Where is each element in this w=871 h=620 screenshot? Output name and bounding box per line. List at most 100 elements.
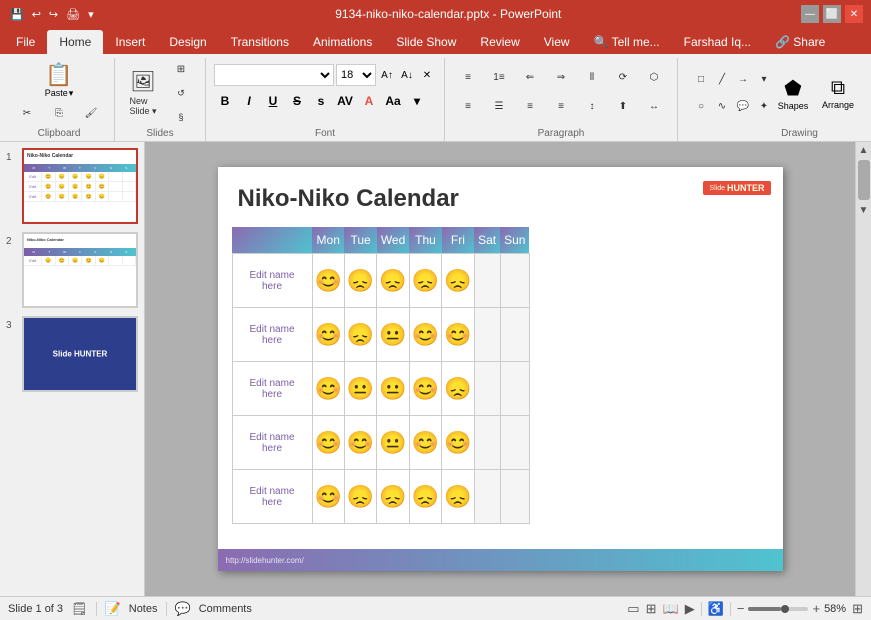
cell-5-7[interactable]	[500, 470, 529, 524]
font-more-button[interactable]: ▾	[406, 90, 428, 112]
tab-slideshow[interactable]: Slide Show	[384, 30, 468, 54]
arrange-button[interactable]: ⧉ Arrange	[817, 77, 859, 110]
cell-4-7[interactable]	[500, 416, 529, 470]
cell-2-4[interactable]: 😊	[409, 308, 441, 362]
name-cell-3[interactable]: Edit name here	[232, 362, 312, 416]
align-right-button[interactable]: ≡	[515, 93, 545, 119]
cell-3-6[interactable]	[474, 362, 500, 416]
bullet-list-button[interactable]: ≡	[453, 64, 483, 90]
notes-button[interactable]: 📝	[105, 601, 121, 617]
fit-slide-icon[interactable]: ⊞	[852, 601, 863, 617]
name-cell-1[interactable]: Edit name here	[232, 254, 312, 308]
cell-1-1[interactable]: 😊	[312, 254, 344, 308]
tab-share[interactable]: 🔗 Share	[763, 30, 837, 54]
cell-2-2[interactable]: 😞	[344, 308, 376, 362]
shadow-button[interactable]: s	[310, 90, 332, 112]
tab-insert[interactable]: Insert	[103, 30, 157, 54]
zoom-thumb[interactable]	[781, 605, 789, 613]
cell-4-1[interactable]: 😊	[312, 416, 344, 470]
cell-3-3[interactable]: 😐	[377, 362, 409, 416]
font-case-button[interactable]: Aa	[382, 90, 404, 112]
tab-home[interactable]: Home	[47, 30, 103, 54]
cell-5-3[interactable]: 😞	[377, 470, 409, 524]
decrease-indent-button[interactable]: ⇐	[515, 64, 545, 90]
format-painter-button[interactable]: 🖌	[76, 100, 106, 126]
cut-button[interactable]: ✂	[12, 100, 42, 126]
cell-4-6[interactable]	[474, 416, 500, 470]
align-left-button[interactable]: ≡	[453, 93, 483, 119]
cell-3-4[interactable]: 😊	[409, 362, 441, 416]
columns-button[interactable]: ⫴	[577, 64, 607, 90]
paste-button[interactable]: 📋 Paste ▾	[39, 60, 79, 100]
cell-2-3[interactable]: 😐	[377, 308, 409, 362]
align-center-button[interactable]: ☰	[484, 93, 514, 119]
tab-user[interactable]: Farshad Iq...	[672, 30, 763, 54]
slide-thumb-2[interactable]: 2 Niko-Niko Calendar MTWTFSS Edit 😞😊😞😊😞	[4, 230, 140, 310]
layout-button[interactable]: ⊞	[165, 58, 197, 80]
cell-1-6[interactable]	[474, 254, 500, 308]
cell-3-1[interactable]: 😊	[312, 362, 344, 416]
redo-icon[interactable]: ↪	[47, 6, 60, 23]
reset-button[interactable]: ↺	[165, 82, 197, 104]
tab-view[interactable]: View	[532, 30, 582, 54]
comments-icon[interactable]: 💬	[175, 601, 191, 617]
tab-design[interactable]: Design	[157, 30, 218, 54]
cell-1-4[interactable]: 😞	[409, 254, 441, 308]
cell-1-5[interactable]: 😞	[442, 254, 474, 308]
text-direction-button[interactable]: ⟳	[608, 64, 638, 90]
slide-canvas[interactable]: Niko-Niko Calendar Slide HUNTER Mon Tue …	[218, 167, 783, 571]
convert-smartart-button[interactable]: ⬡	[639, 64, 669, 90]
zoom-slider[interactable]	[748, 607, 808, 611]
font-name-select[interactable]	[214, 64, 334, 86]
cell-5-1[interactable]: 😊	[312, 470, 344, 524]
cell-5-5[interactable]: 😞	[442, 470, 474, 524]
cell-4-4[interactable]: 😊	[409, 416, 441, 470]
cell-3-2[interactable]: 😐	[344, 362, 376, 416]
tab-file[interactable]: File	[4, 30, 47, 54]
name-cell-4[interactable]: Edit name here	[232, 416, 312, 470]
tab-tellme[interactable]: 🔍 Tell me...	[582, 30, 672, 54]
comments-label[interactable]: Comments	[199, 603, 252, 615]
tab-review[interactable]: Review	[468, 30, 531, 54]
cell-1-2[interactable]: 😞	[344, 254, 376, 308]
cell-2-6[interactable]	[474, 308, 500, 362]
zoom-in-icon[interactable]: +	[812, 601, 820, 616]
slide-thumb-1[interactable]: 1 Niko-Niko Calendar M T W T F S S	[4, 146, 140, 226]
copy-button[interactable]: ⎘	[44, 100, 74, 126]
font-size-select[interactable]: 18	[336, 64, 376, 86]
slideshow-icon[interactable]: ▶	[685, 601, 695, 617]
numbered-list-button[interactable]: 1≡	[484, 64, 514, 90]
char-spacing-button[interactable]: AV	[334, 90, 356, 112]
print-icon[interactable]: 🖨	[64, 6, 82, 23]
cell-5-6[interactable]	[474, 470, 500, 524]
increase-indent-button[interactable]: ⇒	[546, 64, 576, 90]
font-color-button[interactable]: A	[358, 90, 380, 112]
maximize-button[interactable]: ⬜	[823, 5, 841, 23]
align-middle-button[interactable]: ↔	[639, 93, 669, 119]
name-cell-2[interactable]: Edit name here	[232, 308, 312, 362]
minimize-button[interactable]: —	[801, 5, 819, 23]
slide-sorter-icon[interactable]: ⊞	[646, 601, 657, 617]
quick-styles-button[interactable]: QuickStyles	[863, 71, 871, 116]
tab-animations[interactable]: Animations	[301, 30, 384, 54]
cell-5-2[interactable]: 😞	[344, 470, 376, 524]
normal-view-icon[interactable]: ▭	[627, 601, 639, 617]
clear-format-button[interactable]: ✕	[418, 66, 436, 84]
cell-3-7[interactable]	[500, 362, 529, 416]
cell-5-4[interactable]: 😞	[409, 470, 441, 524]
scroll-thumb[interactable]	[858, 160, 870, 200]
undo-icon[interactable]: ↩	[30, 6, 43, 23]
scroll-down-button[interactable]: ▼	[856, 202, 871, 218]
slide-notes-icon[interactable]: 🗒	[71, 601, 88, 617]
cell-2-1[interactable]: 😊	[312, 308, 344, 362]
cell-1-7[interactable]	[500, 254, 529, 308]
strikethrough-button[interactable]: S	[286, 90, 308, 112]
cell-1-3[interactable]: 😞	[377, 254, 409, 308]
cell-4-5[interactable]: 😊	[442, 416, 474, 470]
increase-font-button[interactable]: A↑	[378, 66, 396, 84]
zoom-out-icon[interactable]: −	[737, 601, 745, 616]
accessibility-icon[interactable]: ♿	[708, 601, 724, 617]
section-button[interactable]: §	[165, 106, 197, 128]
underline-button[interactable]: U	[262, 90, 284, 112]
shapes-button[interactable]: ⬟ Shapes	[773, 76, 813, 111]
